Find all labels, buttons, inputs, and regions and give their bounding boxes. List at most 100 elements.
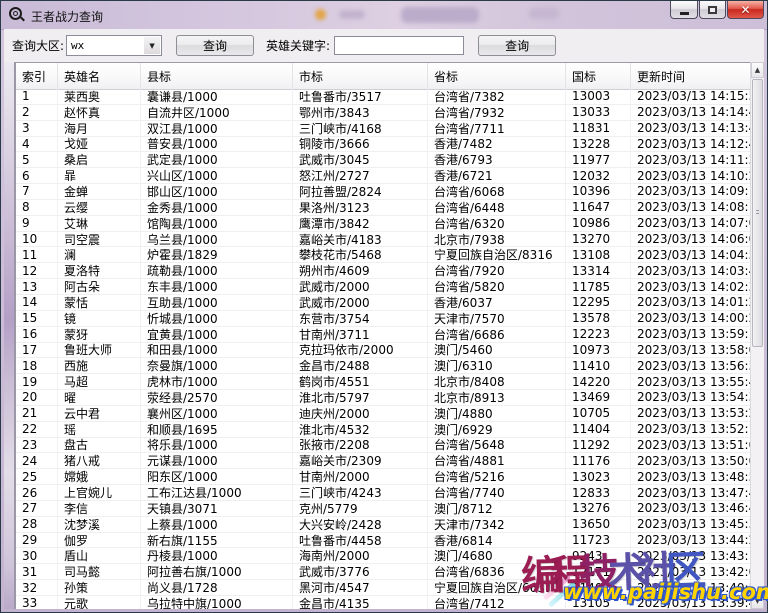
table-row[interactable]: 32孙策尚义县/1728黑河市/4547宁夏回族自治区/663111407202… <box>16 580 753 596</box>
cell-hero-name: 伽罗 <box>58 533 141 549</box>
cell-index: 8 <box>16 200 58 216</box>
region-label: 查询大区: <box>12 37 64 54</box>
combo-dropdown-button[interactable]: ▼ <box>144 37 160 54</box>
cell-hero-name: 镜 <box>58 311 141 327</box>
cell-index: 22 <box>16 422 58 438</box>
table-row[interactable]: 29伽罗新右旗/1155吐鲁番市/4458香港/6814117232023/03… <box>16 533 753 549</box>
cell-city: 嘉峪关市/2309 <box>293 453 428 469</box>
cell-national: 11176 <box>566 453 631 469</box>
cell-county: 荥经县/2570 <box>141 390 293 406</box>
vertical-scrollbar[interactable]: ▲ ▼ <box>750 62 764 609</box>
cell-national: 13650 <box>566 517 631 533</box>
table-row[interactable]: 7金蝉邯山区/1000阿拉善盟/2824台湾省/6068103962023/03… <box>16 184 753 200</box>
toolbar: 查询大区: wx ▼ 查询 英雄关键字: 查询 <box>4 29 764 63</box>
cell-update-time: 2023/03/13 13:39:47 <box>631 596 753 609</box>
cell-index: 11 <box>16 247 58 263</box>
column-header[interactable]: 索引 <box>16 63 58 89</box>
scroll-down-button[interactable]: ▼ <box>751 593 764 609</box>
table-row[interactable]: 16蒙犽宜黄县/1000甘南州/3711台湾省/6686122232023/03… <box>16 327 753 343</box>
column-header[interactable]: 英雄名 <box>58 63 141 89</box>
background-blur <box>529 8 559 19</box>
table-row[interactable]: 24猪八戒元谋县/1000嘉峪关市/2309台湾省/4881111762023/… <box>16 453 753 469</box>
table-row[interactable]: 12夏洛特疏勒县/1000朔州市/4609台湾省/7920133142023/0… <box>16 263 753 279</box>
close-button[interactable]: ✕ <box>727 1 764 19</box>
table-row[interactable]: 17鲁班大师和田县/1000克拉玛依市/2000澳门/5460109732023… <box>16 343 753 359</box>
region-select[interactable]: wx ▼ <box>66 35 162 56</box>
table-row[interactable]: 10司空震乌兰县/1000嘉峪关市/4183北京市/7938132702023/… <box>16 232 753 248</box>
table-row[interactable]: 5桑启武定县/1000武威市/3045香港/6793119772023/03/1… <box>16 152 753 168</box>
cell-hero-name: 澜 <box>58 247 141 263</box>
cell-hero-name: 曜 <box>58 390 141 406</box>
background-blur <box>339 10 365 19</box>
cell-hero-name: 盾山 <box>58 548 141 564</box>
scrollbar-thumb[interactable] <box>752 79 763 347</box>
table-row[interactable]: 3海月双江县/1000三门峡市/4168台湾省/7711118312023/03… <box>16 121 753 137</box>
table-row[interactable]: 13阿古朵东丰县/1000武威市/2000台湾省/5820117852023/0… <box>16 279 753 295</box>
column-header[interactable]: 县标 <box>141 63 293 89</box>
cell-update-time: 2023/03/13 13:45:35 <box>631 517 753 533</box>
minimize-button[interactable] <box>670 1 698 19</box>
cell-county: 上蔡县/1000 <box>141 517 293 533</box>
cell-update-time: 2023/03/13 13:58:03 <box>631 343 753 359</box>
column-header[interactable]: 更新时间 <box>631 63 753 89</box>
table-row[interactable]: 20曜荥经县/2570淮北市/5797北京市/8913134692023/03/… <box>16 390 753 406</box>
keyword-label: 英雄关键字: <box>266 37 330 54</box>
cell-hero-name: 云中君 <box>58 406 141 422</box>
cell-update-time: 2023/03/13 14:09:16 <box>631 184 753 200</box>
column-header[interactable]: 国标 <box>566 63 631 89</box>
table-row[interactable]: 25嫦娥阳东区/1000甘南州/2000台湾省/5216130232023/03… <box>16 469 753 485</box>
table-row[interactable]: 9艾琳馆陶县/1000鹰潭市/3842台湾省/6320109862023/03/… <box>16 216 753 232</box>
cell-update-time: 2023/03/13 14:02:36 <box>631 279 753 295</box>
table-row[interactable]: 18西施奈曼旗/1000金昌市/2488澳门/6310114102023/03/… <box>16 358 753 374</box>
table-row[interactable]: 14蒙恬互助县/1000武威市/2000香港/6037122952023/03/… <box>16 295 753 311</box>
table-row[interactable]: 6暃兴山区/1000怒江州/2727香港/6721120322023/03/13… <box>16 168 753 184</box>
chevron-down-icon: ▼ <box>149 42 154 50</box>
cell-province: 澳门/5460 <box>428 343 566 359</box>
cell-city: 朔州市/4609 <box>293 263 428 279</box>
cell-city: 鹰潭市/3842 <box>293 216 428 232</box>
table-row[interactable]: 8云缨金秀县/1000果洛州/3123台湾省/6448116472023/03/… <box>16 200 753 216</box>
cell-hero-name: 夏洛特 <box>58 263 141 279</box>
cell-hero-name: 莱西奥 <box>58 89 141 105</box>
maximize-button[interactable] <box>699 1 726 19</box>
cell-county: 阳东区/1000 <box>141 469 293 485</box>
table-row[interactable]: 30盾山丹棱县/1000海南州/2000澳门/468092432023/03/1… <box>16 548 753 564</box>
title-bar[interactable]: 王者战力查询 ✕ <box>1 1 767 30</box>
cell-province: 香港/7482 <box>428 137 566 153</box>
cell-city: 吐鲁番市/3517 <box>293 89 428 105</box>
table-row[interactable]: 21云中君襄州区/1000迪庆州/2000澳门/4880107052023/03… <box>16 406 753 422</box>
cell-province: 台湾省/6320 <box>428 216 566 232</box>
table-row[interactable]: 26上官婉儿工布江达县/1000三门峡市/4243台湾省/77401283320… <box>16 485 753 501</box>
table-row[interactable]: 4戈娅普安县/1000铜陵市/3666香港/7482132282023/03/1… <box>16 137 753 153</box>
table-row[interactable]: 28沈梦溪上蔡县/1000大兴安岭/2428天津市/7342136502023/… <box>16 517 753 533</box>
table-row[interactable]: 22瑶和顺县/1695淮北市/4532澳门/6929114042023/03/1… <box>16 422 753 438</box>
scroll-up-button[interactable]: ▲ <box>751 62 764 78</box>
table-row[interactable]: 19马超虎林市/1000鹤岗市/4551北京市/8408142202023/03… <box>16 374 753 390</box>
cell-city: 淮北市/4532 <box>293 422 428 438</box>
table-row[interactable]: 2赵怀真自流井区/1000鄂州市/3843台湾省/7932130332023/0… <box>16 105 753 121</box>
cell-hero-name: 阿古朵 <box>58 279 141 295</box>
column-header[interactable]: 市标 <box>293 63 428 89</box>
cell-province: 香港/6793 <box>428 152 566 168</box>
table-row[interactable]: 11澜炉霍县/1829攀枝花市/5468宁夏回族自治区/831613108202… <box>16 247 753 263</box>
cell-national: 13105 <box>566 596 631 609</box>
table-row[interactable]: 27李信天镇县/3071克州/5779澳门/8712132762023/03/1… <box>16 501 753 517</box>
cell-national: 12223 <box>566 327 631 343</box>
table-row[interactable]: 15镜忻城县/1000东营市/3754天津市/7570135782023/03/… <box>16 311 753 327</box>
table-row[interactable]: 31司马懿阿拉善右旗/1000武威市/3776台湾省/6836121712023… <box>16 564 753 580</box>
query-button-2[interactable]: 查询 <box>478 35 556 56</box>
cell-county: 武定县/1000 <box>141 152 293 168</box>
keyword-input[interactable] <box>334 36 464 55</box>
cell-index: 21 <box>16 406 58 422</box>
cell-update-time: 2023/03/13 13:55:48 <box>631 374 753 390</box>
window-frame-glass <box>4 62 15 609</box>
query-button-1[interactable]: 查询 <box>176 35 254 56</box>
table-row[interactable]: 33元歌乌拉特中旗/1000金昌市/4135台湾省/7412131052023/… <box>16 596 753 609</box>
cell-update-time: 2023/03/13 14:15:50 <box>631 89 753 105</box>
cell-update-time: 2023/03/13 14:01:25 <box>631 295 753 311</box>
minimize-icon <box>680 12 689 15</box>
table-row[interactable]: 1莱西奥囊谦县/1000吐鲁番市/3517台湾省/7382130032023/0… <box>16 89 753 105</box>
cell-county: 双江县/1000 <box>141 121 293 137</box>
column-header[interactable]: 省标 <box>428 63 566 89</box>
table-row[interactable]: 23盘古将乐县/1000张掖市/2208台湾省/5648112922023/03… <box>16 438 753 454</box>
